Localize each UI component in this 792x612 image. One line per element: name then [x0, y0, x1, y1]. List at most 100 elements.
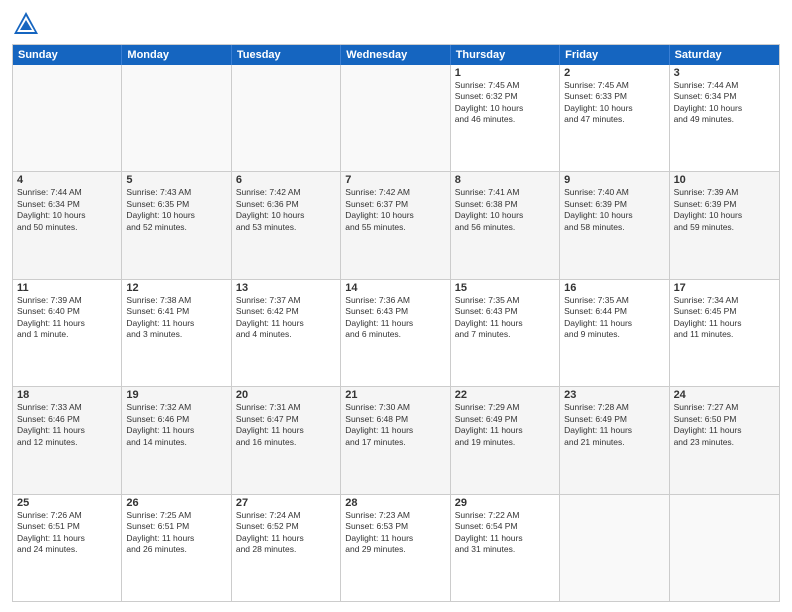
- calendar-cell: 25Sunrise: 7:26 AMSunset: 6:51 PMDayligh…: [13, 495, 122, 601]
- calendar-cell: 16Sunrise: 7:35 AMSunset: 6:44 PMDayligh…: [560, 280, 669, 386]
- calendar-cell: 14Sunrise: 7:36 AMSunset: 6:43 PMDayligh…: [341, 280, 450, 386]
- day-number: 8: [455, 174, 555, 186]
- day-number: 2: [564, 67, 664, 79]
- cell-info: Sunrise: 7:25 AMSunset: 6:51 PMDaylight:…: [126, 510, 226, 556]
- cell-info: Sunrise: 7:35 AMSunset: 6:44 PMDaylight:…: [564, 295, 664, 341]
- calendar-cell: 20Sunrise: 7:31 AMSunset: 6:47 PMDayligh…: [232, 387, 341, 493]
- calendar-row: 25Sunrise: 7:26 AMSunset: 6:51 PMDayligh…: [13, 494, 779, 601]
- calendar-cell: 26Sunrise: 7:25 AMSunset: 6:51 PMDayligh…: [122, 495, 231, 601]
- cell-info: Sunrise: 7:26 AMSunset: 6:51 PMDaylight:…: [17, 510, 117, 556]
- cell-info: Sunrise: 7:38 AMSunset: 6:41 PMDaylight:…: [126, 295, 226, 341]
- calendar-cell: 17Sunrise: 7:34 AMSunset: 6:45 PMDayligh…: [670, 280, 779, 386]
- cell-info: Sunrise: 7:37 AMSunset: 6:42 PMDaylight:…: [236, 295, 336, 341]
- calendar-header-cell: Sunday: [13, 45, 122, 65]
- cell-info: Sunrise: 7:42 AMSunset: 6:37 PMDaylight:…: [345, 187, 445, 233]
- day-number: 27: [236, 497, 336, 509]
- cell-info: Sunrise: 7:44 AMSunset: 6:34 PMDaylight:…: [17, 187, 117, 233]
- day-number: 29: [455, 497, 555, 509]
- calendar-cell: 3Sunrise: 7:44 AMSunset: 6:34 PMDaylight…: [670, 65, 779, 171]
- calendar-cell: 24Sunrise: 7:27 AMSunset: 6:50 PMDayligh…: [670, 387, 779, 493]
- page: SundayMondayTuesdayWednesdayThursdayFrid…: [0, 0, 792, 612]
- calendar-cell: [560, 495, 669, 601]
- calendar-cell: 27Sunrise: 7:24 AMSunset: 6:52 PMDayligh…: [232, 495, 341, 601]
- calendar-cell: 2Sunrise: 7:45 AMSunset: 6:33 PMDaylight…: [560, 65, 669, 171]
- calendar-row: 4Sunrise: 7:44 AMSunset: 6:34 PMDaylight…: [13, 171, 779, 278]
- cell-info: Sunrise: 7:28 AMSunset: 6:49 PMDaylight:…: [564, 402, 664, 448]
- day-number: 1: [455, 67, 555, 79]
- day-number: 12: [126, 282, 226, 294]
- calendar-body: 1Sunrise: 7:45 AMSunset: 6:32 PMDaylight…: [13, 65, 779, 601]
- cell-info: Sunrise: 7:34 AMSunset: 6:45 PMDaylight:…: [674, 295, 775, 341]
- day-number: 4: [17, 174, 117, 186]
- day-number: 21: [345, 389, 445, 401]
- calendar-row: 11Sunrise: 7:39 AMSunset: 6:40 PMDayligh…: [13, 279, 779, 386]
- calendar-header-cell: Tuesday: [232, 45, 341, 65]
- calendar-header: SundayMondayTuesdayWednesdayThursdayFrid…: [13, 45, 779, 65]
- calendar: SundayMondayTuesdayWednesdayThursdayFrid…: [12, 44, 780, 602]
- calendar-cell: 10Sunrise: 7:39 AMSunset: 6:39 PMDayligh…: [670, 172, 779, 278]
- cell-info: Sunrise: 7:29 AMSunset: 6:49 PMDaylight:…: [455, 402, 555, 448]
- cell-info: Sunrise: 7:45 AMSunset: 6:33 PMDaylight:…: [564, 80, 664, 126]
- calendar-cell: [341, 65, 450, 171]
- logo: [12, 10, 44, 38]
- calendar-cell: 13Sunrise: 7:37 AMSunset: 6:42 PMDayligh…: [232, 280, 341, 386]
- logo-icon: [12, 10, 40, 38]
- calendar-cell: 28Sunrise: 7:23 AMSunset: 6:53 PMDayligh…: [341, 495, 450, 601]
- calendar-cell: 9Sunrise: 7:40 AMSunset: 6:39 PMDaylight…: [560, 172, 669, 278]
- calendar-cell: 19Sunrise: 7:32 AMSunset: 6:46 PMDayligh…: [122, 387, 231, 493]
- calendar-header-cell: Thursday: [451, 45, 560, 65]
- cell-info: Sunrise: 7:40 AMSunset: 6:39 PMDaylight:…: [564, 187, 664, 233]
- day-number: 16: [564, 282, 664, 294]
- day-number: 24: [674, 389, 775, 401]
- calendar-cell: 12Sunrise: 7:38 AMSunset: 6:41 PMDayligh…: [122, 280, 231, 386]
- calendar-cell: 22Sunrise: 7:29 AMSunset: 6:49 PMDayligh…: [451, 387, 560, 493]
- day-number: 10: [674, 174, 775, 186]
- header: [12, 10, 780, 38]
- calendar-cell: 4Sunrise: 7:44 AMSunset: 6:34 PMDaylight…: [13, 172, 122, 278]
- day-number: 9: [564, 174, 664, 186]
- day-number: 18: [17, 389, 117, 401]
- calendar-cell: 6Sunrise: 7:42 AMSunset: 6:36 PMDaylight…: [232, 172, 341, 278]
- calendar-cell: 1Sunrise: 7:45 AMSunset: 6:32 PMDaylight…: [451, 65, 560, 171]
- day-number: 13: [236, 282, 336, 294]
- calendar-cell: 21Sunrise: 7:30 AMSunset: 6:48 PMDayligh…: [341, 387, 450, 493]
- cell-info: Sunrise: 7:24 AMSunset: 6:52 PMDaylight:…: [236, 510, 336, 556]
- day-number: 15: [455, 282, 555, 294]
- cell-info: Sunrise: 7:45 AMSunset: 6:32 PMDaylight:…: [455, 80, 555, 126]
- day-number: 19: [126, 389, 226, 401]
- calendar-cell: 7Sunrise: 7:42 AMSunset: 6:37 PMDaylight…: [341, 172, 450, 278]
- calendar-header-cell: Friday: [560, 45, 669, 65]
- calendar-cell: 11Sunrise: 7:39 AMSunset: 6:40 PMDayligh…: [13, 280, 122, 386]
- calendar-cell: 23Sunrise: 7:28 AMSunset: 6:49 PMDayligh…: [560, 387, 669, 493]
- cell-info: Sunrise: 7:23 AMSunset: 6:53 PMDaylight:…: [345, 510, 445, 556]
- cell-info: Sunrise: 7:33 AMSunset: 6:46 PMDaylight:…: [17, 402, 117, 448]
- day-number: 5: [126, 174, 226, 186]
- cell-info: Sunrise: 7:43 AMSunset: 6:35 PMDaylight:…: [126, 187, 226, 233]
- calendar-cell: 18Sunrise: 7:33 AMSunset: 6:46 PMDayligh…: [13, 387, 122, 493]
- day-number: 17: [674, 282, 775, 294]
- day-number: 20: [236, 389, 336, 401]
- day-number: 28: [345, 497, 445, 509]
- day-number: 11: [17, 282, 117, 294]
- day-number: 14: [345, 282, 445, 294]
- day-number: 25: [17, 497, 117, 509]
- calendar-row: 1Sunrise: 7:45 AMSunset: 6:32 PMDaylight…: [13, 65, 779, 171]
- cell-info: Sunrise: 7:32 AMSunset: 6:46 PMDaylight:…: [126, 402, 226, 448]
- day-number: 23: [564, 389, 664, 401]
- cell-info: Sunrise: 7:31 AMSunset: 6:47 PMDaylight:…: [236, 402, 336, 448]
- day-number: 3: [674, 67, 775, 79]
- calendar-header-cell: Wednesday: [341, 45, 450, 65]
- calendar-cell: [232, 65, 341, 171]
- calendar-row: 18Sunrise: 7:33 AMSunset: 6:46 PMDayligh…: [13, 386, 779, 493]
- cell-info: Sunrise: 7:22 AMSunset: 6:54 PMDaylight:…: [455, 510, 555, 556]
- calendar-header-cell: Monday: [122, 45, 231, 65]
- cell-info: Sunrise: 7:36 AMSunset: 6:43 PMDaylight:…: [345, 295, 445, 341]
- cell-info: Sunrise: 7:44 AMSunset: 6:34 PMDaylight:…: [674, 80, 775, 126]
- cell-info: Sunrise: 7:39 AMSunset: 6:40 PMDaylight:…: [17, 295, 117, 341]
- cell-info: Sunrise: 7:42 AMSunset: 6:36 PMDaylight:…: [236, 187, 336, 233]
- day-number: 22: [455, 389, 555, 401]
- cell-info: Sunrise: 7:30 AMSunset: 6:48 PMDaylight:…: [345, 402, 445, 448]
- calendar-cell: 5Sunrise: 7:43 AMSunset: 6:35 PMDaylight…: [122, 172, 231, 278]
- day-number: 7: [345, 174, 445, 186]
- calendar-cell: 29Sunrise: 7:22 AMSunset: 6:54 PMDayligh…: [451, 495, 560, 601]
